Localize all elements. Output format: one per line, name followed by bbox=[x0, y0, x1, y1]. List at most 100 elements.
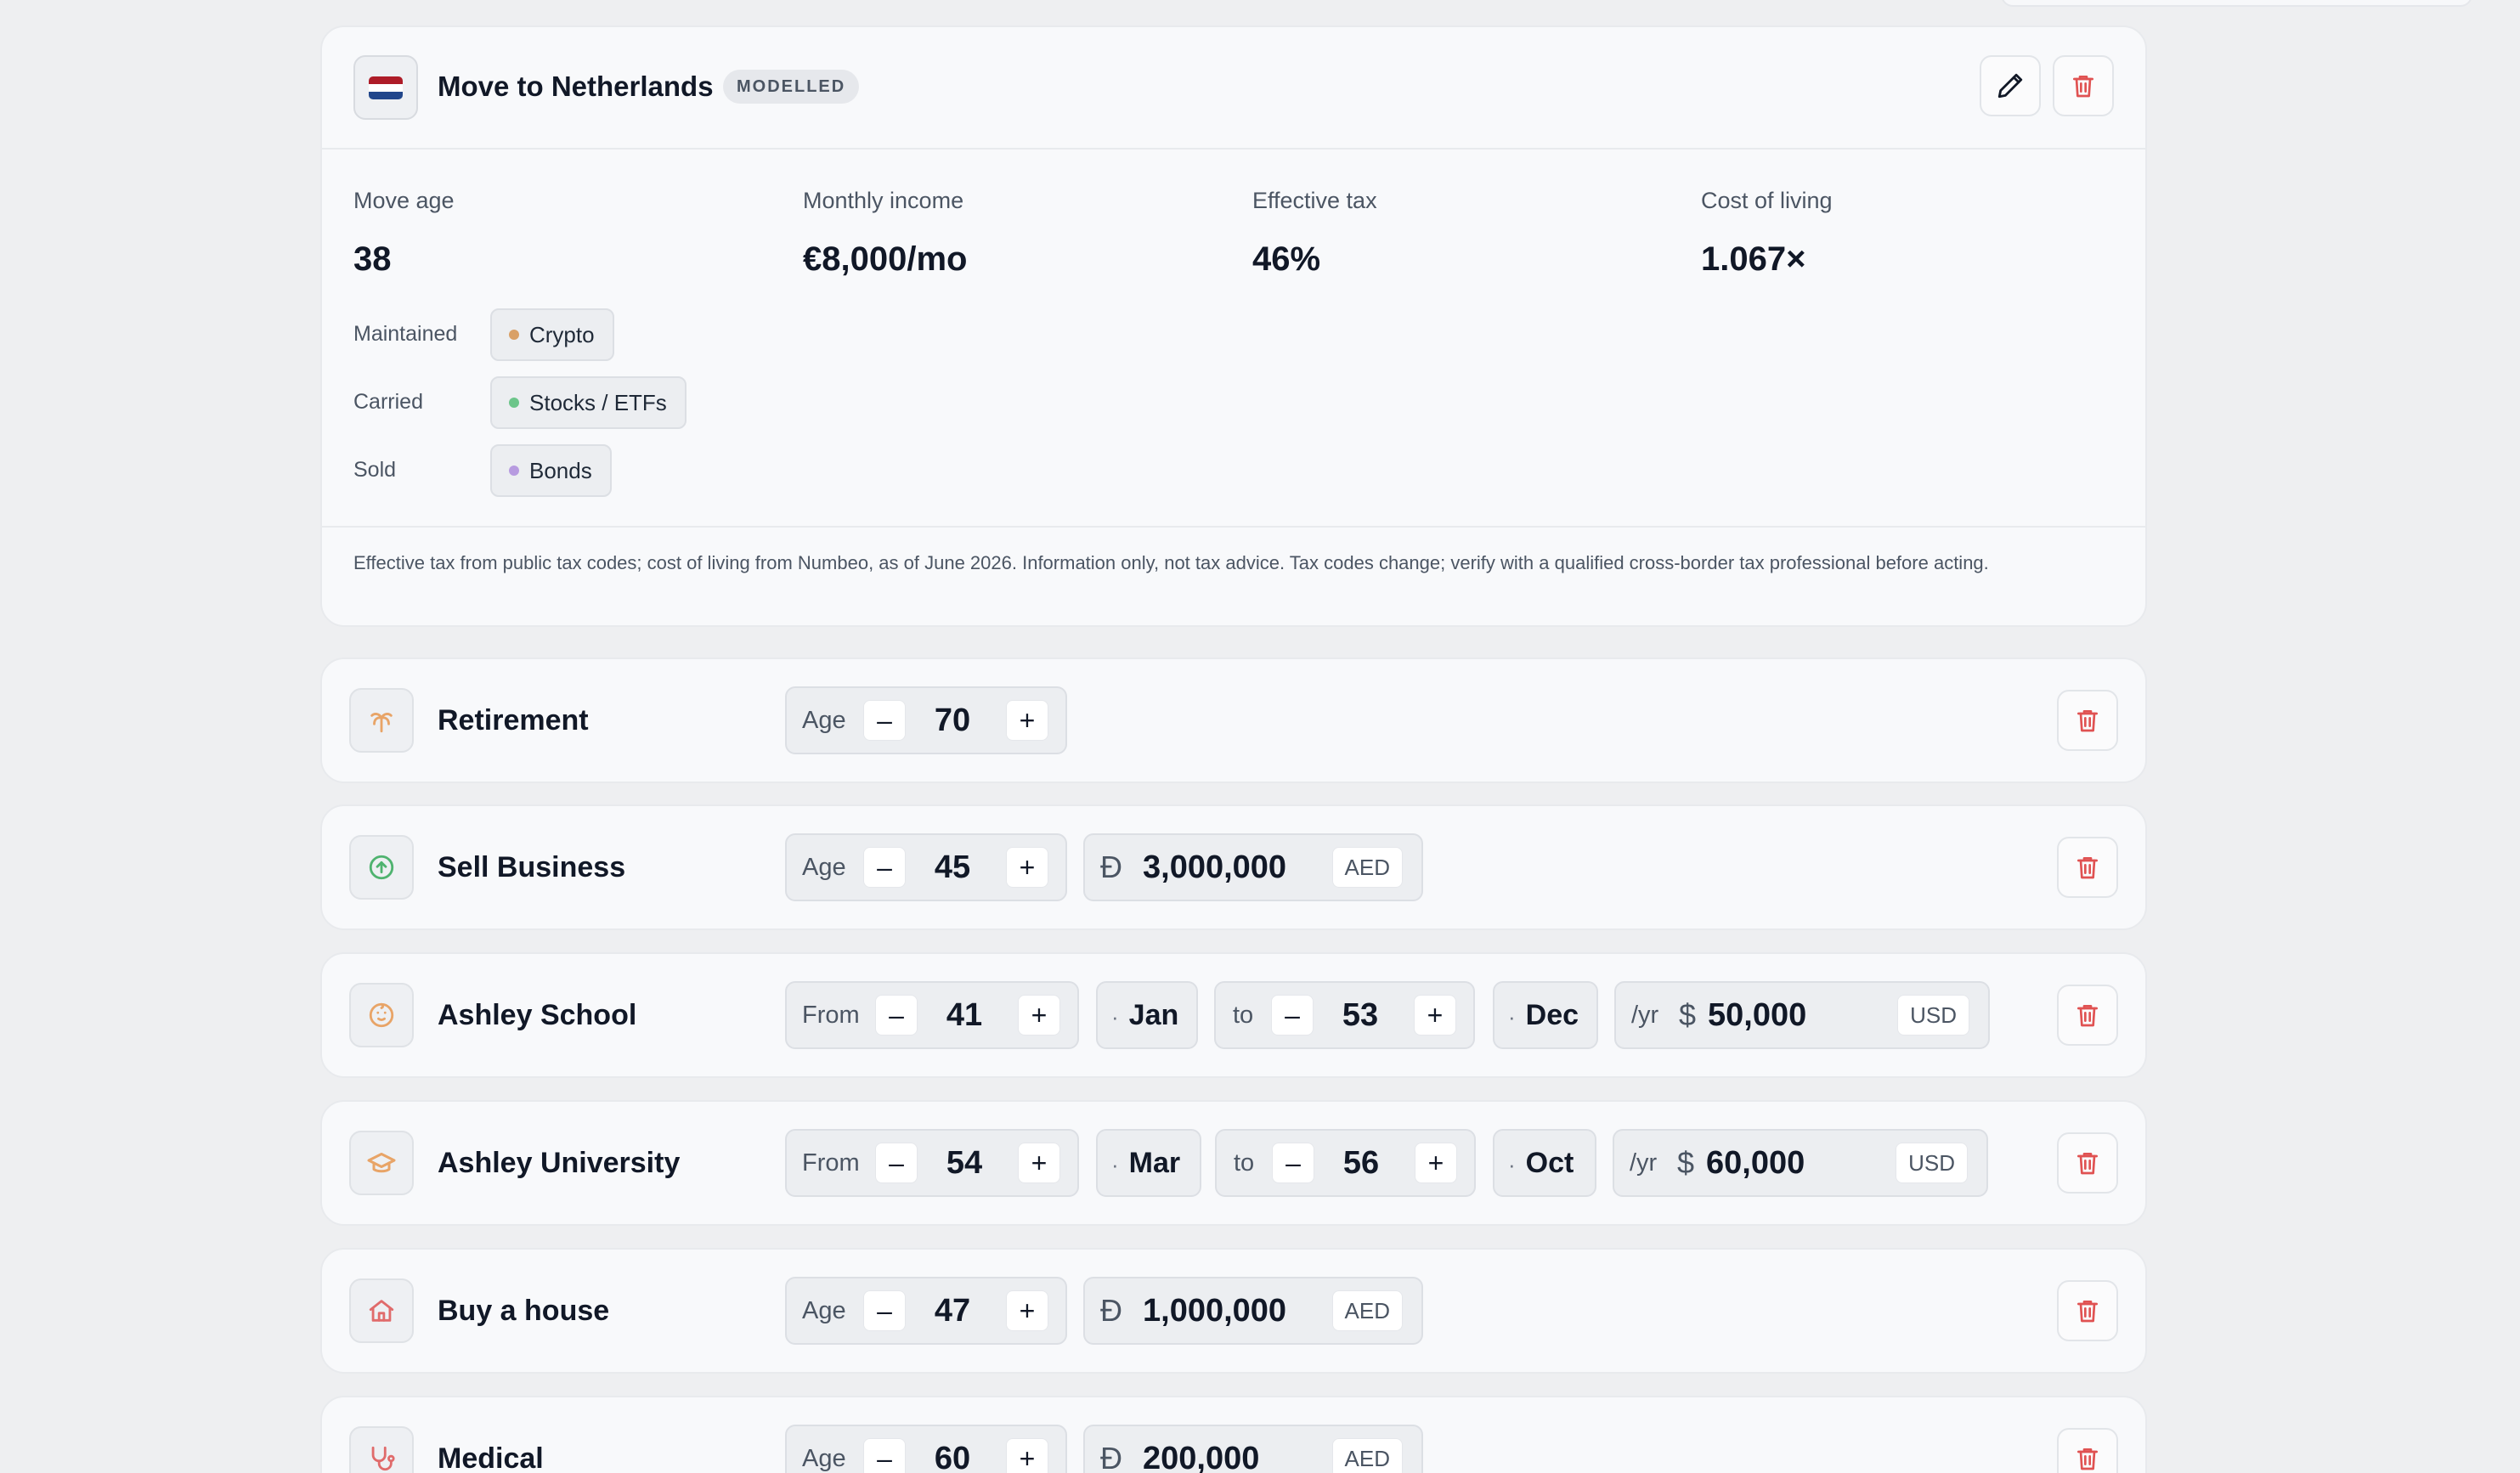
increment-button[interactable]: + bbox=[1018, 995, 1060, 1036]
age-value[interactable]: 70 bbox=[914, 688, 991, 753]
month-label: Dec bbox=[1525, 999, 1579, 1031]
from-age-value[interactable]: 41 bbox=[926, 983, 1003, 1047]
bullet: · bbox=[1508, 1152, 1516, 1177]
age-value[interactable]: 45 bbox=[914, 835, 991, 900]
from-age-stepper: From – 41 + bbox=[785, 981, 1079, 1049]
period-label: /yr bbox=[1631, 1002, 1659, 1029]
amount-field[interactable]: /yr $ 50,000 USD bbox=[1614, 981, 1990, 1049]
pencil-icon bbox=[1997, 73, 2023, 99]
age-value[interactable]: 47 bbox=[914, 1278, 991, 1343]
to-age-value[interactable]: 53 bbox=[1322, 983, 1398, 1047]
to-month-select[interactable]: · Oct bbox=[1493, 1129, 1596, 1197]
age-value[interactable]: 60 bbox=[914, 1426, 991, 1473]
to-month-select[interactable]: · Dec bbox=[1493, 981, 1598, 1049]
currency-symbol: $ bbox=[1679, 997, 1697, 1032]
delete-button[interactable] bbox=[2057, 690, 2118, 751]
amount-value[interactable]: 1,000,000 bbox=[1143, 1278, 1286, 1343]
delete-button[interactable] bbox=[2057, 1132, 2118, 1194]
decrement-button[interactable]: – bbox=[863, 847, 906, 888]
currency-tag[interactable]: AED bbox=[1331, 1290, 1403, 1331]
from-month-value: · Jan bbox=[1111, 983, 1178, 1047]
increment-button[interactable]: + bbox=[1415, 1143, 1457, 1183]
age-stepper: Age – 60 + bbox=[785, 1425, 1067, 1473]
age-stepper: Age – 45 + bbox=[785, 833, 1067, 901]
arrow-up-circle-icon bbox=[349, 835, 414, 900]
currency-tag[interactable]: USD bbox=[1896, 1143, 1968, 1183]
from-label: From bbox=[802, 1002, 860, 1029]
bullet: · bbox=[1111, 1004, 1119, 1030]
asset-label-sold: Sold bbox=[353, 458, 397, 482]
flag-icon bbox=[353, 55, 418, 120]
amount-value[interactable]: 3,000,000 bbox=[1143, 835, 1286, 900]
increment-button[interactable]: + bbox=[1018, 1143, 1060, 1183]
delete-button[interactable] bbox=[2057, 837, 2118, 898]
increment-button[interactable]: + bbox=[1006, 1290, 1048, 1331]
currency-tag[interactable]: AED bbox=[1331, 847, 1403, 888]
decrement-button[interactable]: – bbox=[863, 700, 906, 741]
event-title: Buy a house bbox=[438, 1295, 610, 1327]
chip-label: Crypto bbox=[529, 322, 595, 347]
decrement-button[interactable]: – bbox=[1271, 995, 1314, 1036]
month-label: Oct bbox=[1525, 1147, 1574, 1179]
decrement-button[interactable]: – bbox=[875, 1143, 918, 1183]
amount-value[interactable]: 60,000 bbox=[1706, 1131, 1805, 1195]
amount-field[interactable]: Đ 1,000,000 AED bbox=[1083, 1277, 1423, 1345]
currency-symbol: $ bbox=[1677, 1145, 1695, 1180]
trash-icon bbox=[2077, 1448, 2098, 1470]
currency-tag[interactable]: USD bbox=[1897, 995, 1969, 1036]
increment-button[interactable]: + bbox=[1006, 847, 1048, 888]
decrement-button[interactable]: – bbox=[1272, 1143, 1314, 1183]
to-label: to bbox=[1234, 1149, 1255, 1177]
stat-label-cost-of-living: Cost of living bbox=[1701, 188, 1833, 213]
stat-label-monthly-income: Monthly income bbox=[803, 188, 964, 213]
to-age-value[interactable]: 56 bbox=[1323, 1131, 1399, 1195]
age-label: Age bbox=[802, 1445, 846, 1472]
stat-value-effective-tax: 46% bbox=[1252, 240, 1321, 278]
decrement-button[interactable]: – bbox=[863, 1290, 906, 1331]
event-title: Medical bbox=[438, 1442, 544, 1473]
chip-label: Bonds bbox=[529, 458, 592, 483]
from-month-select[interactable]: · Jan bbox=[1096, 981, 1198, 1049]
event-title: Ashley School bbox=[438, 999, 637, 1031]
relocation-title: Move to Netherlands bbox=[438, 71, 714, 102]
bullet: · bbox=[1111, 1152, 1119, 1177]
from-month-select[interactable]: · Mar bbox=[1096, 1129, 1201, 1197]
from-age-stepper: From – 54 + bbox=[785, 1129, 1079, 1197]
stat-value-cost-of-living: 1.067× bbox=[1701, 240, 1806, 278]
chip-label: Stocks / ETFs bbox=[529, 390, 667, 415]
delete-relocation-button[interactable] bbox=[2053, 55, 2114, 116]
amount-value[interactable]: 50,000 bbox=[1708, 983, 1806, 1047]
amount-field[interactable]: Đ 3,000,000 AED bbox=[1083, 833, 1423, 901]
trash-icon bbox=[2077, 710, 2098, 732]
asset-chip-stocks: Stocks / ETFs bbox=[490, 376, 687, 429]
edit-button[interactable] bbox=[1980, 55, 2041, 116]
to-label: to bbox=[1233, 1002, 1254, 1029]
relocation-card: Move to Netherlands MODELLED Move age 38… bbox=[320, 25, 2147, 627]
amount-field[interactable]: /yr $ 60,000 USD bbox=[1613, 1129, 1988, 1197]
trash-icon bbox=[2077, 1153, 2098, 1175]
delete-button[interactable] bbox=[2057, 1428, 2118, 1473]
netherlands-flag bbox=[369, 76, 403, 99]
increment-button[interactable]: + bbox=[1414, 995, 1456, 1036]
decrement-button[interactable]: – bbox=[875, 995, 918, 1036]
asset-chip-bonds: Bonds bbox=[490, 444, 612, 497]
increment-button[interactable]: + bbox=[1006, 1438, 1048, 1473]
from-label: From bbox=[802, 1149, 860, 1177]
delete-button[interactable] bbox=[2057, 985, 2118, 1046]
event-row-buy-a-house: Buy a house Age – 47 + Đ 1,000,000 AED bbox=[320, 1248, 2147, 1374]
from-age-value[interactable]: 54 bbox=[926, 1131, 1003, 1195]
stat-label-effective-tax: Effective tax bbox=[1252, 188, 1377, 213]
dot-icon bbox=[509, 330, 519, 340]
amount-field[interactable]: Đ 200,000 AED bbox=[1083, 1425, 1423, 1473]
increment-button[interactable]: + bbox=[1006, 700, 1048, 741]
currency-tag[interactable]: AED bbox=[1331, 1438, 1403, 1473]
event-row-ashley-university: Ashley University From – 54 + · Mar to – … bbox=[320, 1100, 2147, 1226]
delete-button[interactable] bbox=[2057, 1280, 2118, 1341]
disclaimer-text: Effective tax from public tax codes; cos… bbox=[353, 552, 1989, 573]
to-month-value: · Oct bbox=[1508, 1131, 1574, 1195]
decrement-button[interactable]: – bbox=[863, 1438, 906, 1473]
stat-value-move-age: 38 bbox=[353, 240, 392, 278]
dot-icon bbox=[509, 398, 519, 408]
trash-icon bbox=[2077, 1301, 2098, 1323]
amount-value[interactable]: 200,000 bbox=[1143, 1426, 1259, 1473]
